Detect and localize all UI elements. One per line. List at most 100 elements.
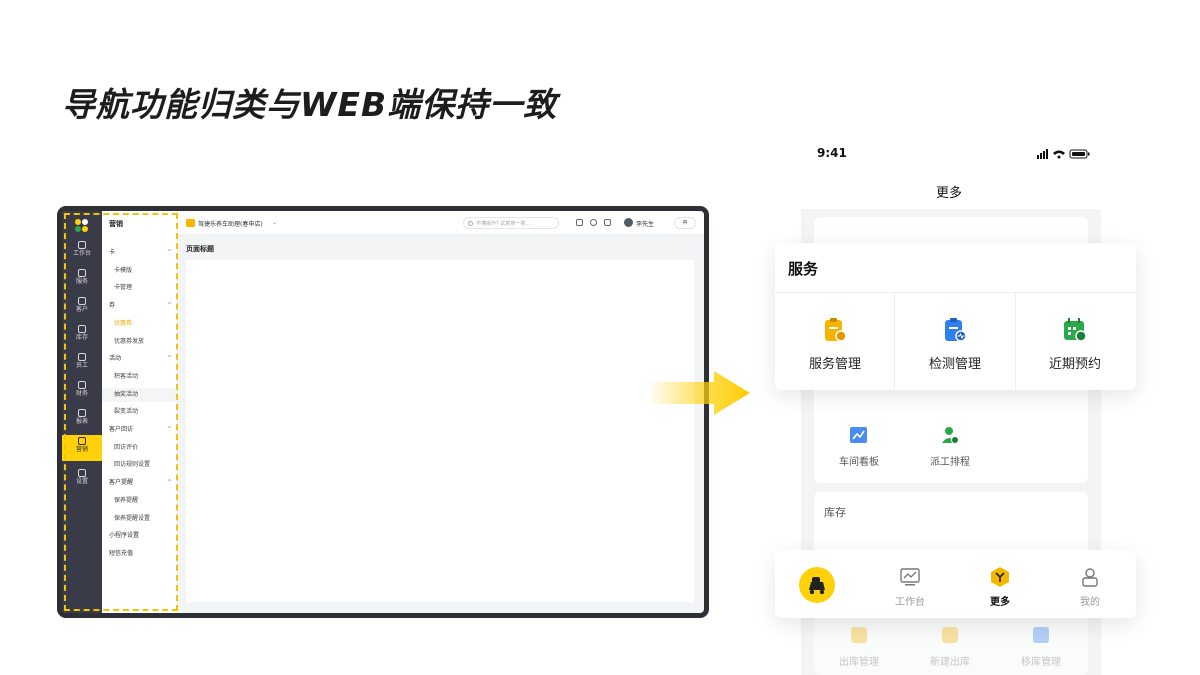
tab-1[interactable]: 工作台 <box>865 550 955 618</box>
bottom-tab-bar: 工作台 更多 我的 <box>775 550 1136 618</box>
more-icon <box>991 567 1009 587</box>
rail-item-label: 报表 <box>75 418 88 425</box>
support-icon[interactable] <box>576 219 583 226</box>
rail-item-2[interactable]: 客户 <box>62 295 102 321</box>
submenu-item[interactable]: 回访评价 <box>102 441 178 455</box>
submenu-item[interactable]: 小程序设置 <box>102 529 178 543</box>
rail-item-8[interactable]: 设置 <box>62 467 102 493</box>
submenu-item[interactable]: 卡模版 <box>102 264 178 278</box>
transition-arrow-icon <box>648 371 750 415</box>
marketing-icon <box>78 437 86 445</box>
rail-item-5[interactable]: 财务 <box>62 379 102 405</box>
submenu-title: 营销 <box>109 220 123 228</box>
notification-icon[interactable] <box>604 219 611 226</box>
submenu-item-label: 活动 <box>109 355 122 363</box>
profile-icon <box>1082 568 1098 587</box>
service-item-2[interactable]: 近期预约 <box>1015 293 1135 390</box>
scan-car-icon <box>799 567 835 603</box>
tab-0[interactable] <box>775 550 865 618</box>
service-item-1[interactable]: 检测管理 <box>895 293 1015 390</box>
submenu-item[interactable]: 短信充值 <box>102 547 178 561</box>
rail-item-label: 设置 <box>75 478 88 485</box>
secondary-nav-menu: 营销 卡 ^ 卡模版 卡管理券 ^ 优惠券 优惠券发放 活动 ^ 积客活动 抽奖活动 裂变活动 客户回访… <box>102 211 178 613</box>
service-management-icon <box>825 318 847 342</box>
shop-selector[interactable]: 驾捷乐养车助理(春申店) <box>198 219 263 228</box>
tab-label: 我的 <box>1080 597 1100 608</box>
submenu-item-label: 积客活动 <box>114 372 139 380</box>
tab-label: 更多 <box>990 597 1010 608</box>
submenu-item[interactable]: 回访规则设置 <box>102 458 178 472</box>
rail-item-label: 库存 <box>75 334 88 341</box>
rail-item-4[interactable]: 员工 <box>62 351 102 377</box>
tab-3[interactable]: 我的 <box>1045 550 1135 618</box>
chevron-up-icon: ^ <box>166 355 172 363</box>
submenu-item-label: 短信充值 <box>109 549 134 557</box>
grid-item-1[interactable]: 派工排程 <box>905 425 995 470</box>
submenu-item-label: 保养提醒设置 <box>114 514 151 522</box>
submenu-item[interactable]: 抽奖活动 <box>102 387 178 402</box>
shop-icon <box>186 219 195 227</box>
submenu-item[interactable]: 优惠券 <box>102 317 178 331</box>
transfer-icon <box>1033 627 1049 643</box>
rail-item-7[interactable]: 营销 <box>62 435 102 461</box>
finance-icon <box>78 381 86 389</box>
rail-item-0[interactable]: 工作台 <box>62 239 102 265</box>
submenu-item[interactable]: 卡 ^ <box>102 246 178 260</box>
submenu-item-label: 卡模版 <box>114 266 133 274</box>
submenu-item-label: 裂变活动 <box>114 408 139 416</box>
grid-item-0[interactable]: 车间看板 <box>814 425 904 470</box>
search-placeholder: 不懂操作? 试着搜一搜... <box>476 221 531 227</box>
rail-item-label: 员工 <box>75 362 88 369</box>
dispatch-schedule-icon <box>942 427 959 444</box>
service-item-0[interactable]: 服务管理 <box>775 293 895 390</box>
faded-item-0: 出库管理 <box>814 625 904 670</box>
submenu-item-label: 保养提醒 <box>114 496 139 504</box>
refresh-icon[interactable] <box>590 219 597 226</box>
rail-item-1[interactable]: 服务 <box>62 267 102 293</box>
workbench-icon <box>78 241 86 249</box>
faded-item-1: 新建出库 <box>905 625 995 670</box>
submenu-item-label: 回访评价 <box>114 443 139 451</box>
customer-icon <box>78 297 86 305</box>
submenu-item-label: 客户回访 <box>109 426 134 433</box>
chevron-down-icon[interactable]: ⌄ <box>272 219 277 226</box>
page-headline: 导航功能归类与WEB端保持一致 <box>62 85 558 124</box>
submenu-item[interactable]: 保养提醒 <box>102 494 178 508</box>
rail-item-3[interactable]: 库存 <box>62 323 102 349</box>
web-search-input[interactable]: 不懂操作? 试着搜一搜... <box>463 217 559 229</box>
chevron-up-icon: ^ <box>166 302 172 310</box>
grid-item-label: 车间看板 <box>839 457 879 468</box>
staff-icon <box>78 353 86 361</box>
submenu-item[interactable]: 积客活动 <box>102 370 178 384</box>
submenu-item-label: 优惠券发放 <box>114 337 145 345</box>
web-topbar: 驾捷乐养车助理(春申店) ⌄ 不懂操作? 试着搜一搜... 李先生 中 <box>178 211 704 235</box>
submenu-item[interactable]: 活动 ^ <box>102 352 178 366</box>
chevron-up-icon: ^ <box>166 479 172 487</box>
submenu-item[interactable]: 客户回访 ^ <box>102 423 178 437</box>
tab-2[interactable]: 更多 <box>955 550 1045 618</box>
submenu-item[interactable]: 卡管理 <box>102 281 178 295</box>
submenu-item[interactable]: 券 ^ <box>102 299 178 313</box>
submenu-item-label: 券 <box>109 302 116 310</box>
inventory-icon <box>78 325 86 333</box>
inventory-section-label: 库存 <box>824 506 846 519</box>
rail-item-6[interactable]: 报表 <box>62 407 102 433</box>
tab-label: 工作台 <box>895 597 925 608</box>
new-outbound-icon <box>942 627 958 643</box>
language-switch[interactable]: 中 <box>674 217 696 229</box>
faded-item-2: 移库管理 <box>996 625 1086 670</box>
chevron-up-icon: ^ <box>166 249 172 256</box>
submenu-item[interactable]: 裂变活动 <box>102 405 178 419</box>
user-name[interactable]: 李先生 <box>636 219 654 228</box>
service-card: 服务 服务管理 检测管理 近期预约 <box>775 243 1136 390</box>
submenu-item[interactable]: 保养提醒设置 <box>102 512 178 526</box>
workbench-icon <box>900 568 920 586</box>
submenu-item[interactable]: 客户提醒 ^ <box>102 476 178 490</box>
submenu-item-label: 优惠券 <box>114 319 133 327</box>
outbound-icon <box>851 627 867 643</box>
chevron-up-icon: ^ <box>166 426 172 433</box>
submenu-item[interactable]: 优惠券发放 <box>102 335 178 349</box>
avatar[interactable] <box>624 218 633 227</box>
rail-item-label: 工作台 <box>72 250 91 257</box>
status-time: 9:41 <box>817 146 847 160</box>
